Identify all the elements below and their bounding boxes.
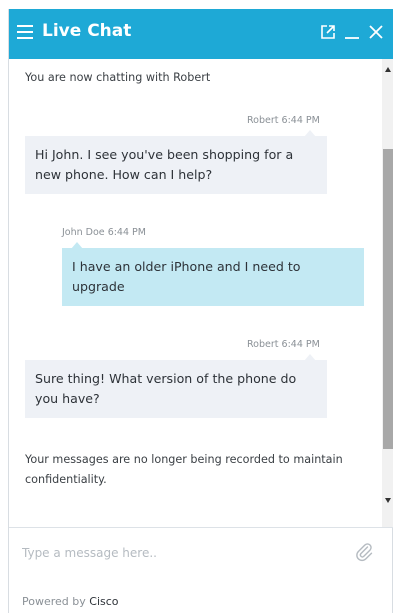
message-meta: John Doe 6:44 PM bbox=[62, 227, 146, 238]
chat-header: Live Chat bbox=[9, 9, 393, 59]
message-time: 6:44 PM bbox=[281, 115, 320, 126]
chat-window: Live Chat You are now chatting with Robe… bbox=[8, 9, 393, 613]
chat-end-status: Your messages are no longer being record… bbox=[25, 453, 343, 486]
message-time: 6:44 PM bbox=[107, 227, 146, 238]
close-icon[interactable] bbox=[367, 23, 385, 41]
message-bubble-user: I have an older iPhone and I need to upg… bbox=[62, 248, 364, 306]
paperclip-icon[interactable] bbox=[353, 541, 375, 563]
message-composer bbox=[9, 527, 393, 577]
message-text: Hi John. I see you've been shopping for … bbox=[35, 147, 294, 182]
scroll-down-arrow-icon[interactable] bbox=[385, 498, 391, 503]
chat-start-status: You are now chatting with Robert bbox=[25, 71, 211, 84]
message-input[interactable] bbox=[22, 543, 332, 563]
message-time: 6:44 PM bbox=[281, 339, 320, 350]
message-meta: Robert 6:44 PM bbox=[247, 115, 320, 126]
message-sender: John Doe bbox=[62, 227, 105, 238]
message-list[interactable]: You are now chatting with Robert Robert … bbox=[9, 59, 382, 527]
message-text: Sure thing! What version of the phone do… bbox=[35, 371, 297, 406]
message-text: I have an older iPhone and I need to upg… bbox=[72, 259, 301, 294]
powered-by-label: Powered by bbox=[22, 595, 86, 608]
message-bubble-agent: Sure thing! What version of the phone do… bbox=[25, 360, 327, 418]
scroll-up-arrow-icon[interactable] bbox=[385, 67, 391, 72]
message-sender: Robert bbox=[247, 339, 279, 350]
message-meta: Robert 6:44 PM bbox=[247, 339, 320, 350]
message-scrollbar[interactable] bbox=[382, 59, 393, 527]
message-sender: Robert bbox=[247, 115, 279, 126]
scroll-thumb[interactable] bbox=[383, 149, 393, 449]
popout-icon[interactable] bbox=[319, 23, 337, 41]
minimize-icon[interactable] bbox=[343, 23, 361, 41]
powered-by: Powered by Cisco bbox=[22, 595, 119, 608]
chat-title: Live Chat bbox=[42, 21, 132, 41]
brand-link[interactable]: Cisco bbox=[89, 595, 118, 608]
menu-icon[interactable] bbox=[17, 25, 33, 39]
message-bubble-agent: Hi John. I see you've been shopping for … bbox=[25, 136, 327, 194]
